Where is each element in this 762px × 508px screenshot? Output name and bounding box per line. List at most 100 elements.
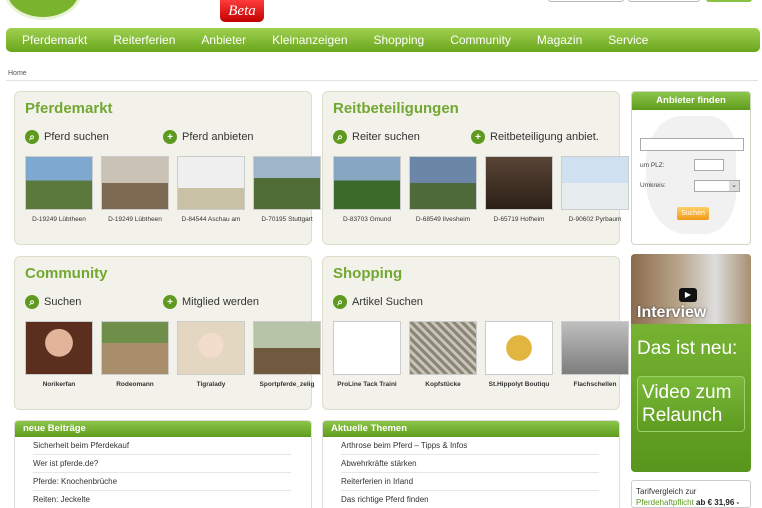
list-item[interactable]: Das richtige Pferd finden xyxy=(341,491,599,508)
horse-photo[interactable] xyxy=(253,156,321,210)
list-item[interactable]: Arthrose beim Pferd – Tipps & Infos xyxy=(341,437,599,455)
site-logo[interactable] xyxy=(4,0,82,20)
horse-photo[interactable] xyxy=(333,156,401,210)
community-title[interactable]: Community xyxy=(25,265,108,282)
item-caption: D-19249 Lübtheen xyxy=(32,216,86,223)
umkreis-select[interactable]: ⌄ xyxy=(694,180,740,192)
avatar[interactable] xyxy=(101,321,169,375)
shopping-panel: Shopping ⌕ Artikel Suchen ProLine Tack T… xyxy=(322,256,629,410)
list-item[interactable]: Reiten: Jeckelte xyxy=(33,491,291,508)
horse-photo[interactable] xyxy=(177,156,245,210)
list-item[interactable]: Wer ist pferde.de? xyxy=(33,455,291,473)
login-button[interactable] xyxy=(706,0,752,2)
reitbeteiligung-anbieten-link[interactable]: + Reitbeteiligung anbiet. xyxy=(471,130,599,144)
product-photo[interactable] xyxy=(409,321,477,375)
list-item[interactable]: Abwehrkräfte stärken xyxy=(341,455,599,473)
plus-icon: + xyxy=(163,295,177,309)
horse-photo[interactable] xyxy=(101,156,169,210)
nav-anbieter[interactable]: Anbieter xyxy=(201,33,246,47)
community-suchen-label: Suchen xyxy=(44,296,82,308)
community-thumbs: Norikerfan Rodeomann Tigralady Sportpfer… xyxy=(21,321,325,388)
list-item[interactable]: Sportpferde_zelig xyxy=(249,321,325,388)
product-name: ProLine Tack Traini xyxy=(337,381,397,388)
login-password-input[interactable] xyxy=(628,0,700,2)
promo-video-box[interactable]: Video zum Relaunch xyxy=(637,376,745,432)
play-icon[interactable]: ▶ xyxy=(679,288,697,302)
reitbeteiligungen-panel: Reitbeteiligungen ⌕ Reiter suchen + Reit… xyxy=(322,91,629,245)
list-item[interactable]: D-19249 Lübtheen xyxy=(21,156,97,223)
pferd-suchen-link[interactable]: ⌕ Pferd suchen xyxy=(25,130,109,144)
pferdehaftpflicht-link[interactable]: Pferdehaftpflicht xyxy=(636,498,694,507)
pferdemarkt-title[interactable]: Pferdemarkt xyxy=(25,100,113,117)
breadcrumb-divider xyxy=(6,80,758,81)
product-photo[interactable] xyxy=(485,321,553,375)
reitbeteiligungen-title[interactable]: Reitbeteiligungen xyxy=(333,100,459,117)
avatar[interactable] xyxy=(177,321,245,375)
search-icon: ⌕ xyxy=(25,130,39,144)
nav-pferdemarkt[interactable]: Pferdemarkt xyxy=(22,33,87,47)
search-icon: ⌕ xyxy=(25,295,39,309)
plus-icon: + xyxy=(471,130,485,144)
nav-shopping[interactable]: Shopping xyxy=(374,33,425,47)
item-caption: D-90602 Pyrbaum xyxy=(568,216,622,223)
shopping-title[interactable]: Shopping xyxy=(333,265,402,282)
nav-service[interactable]: Service xyxy=(608,33,648,47)
member-name: Sportpferde_zelig xyxy=(259,381,315,388)
promo-new-text: Das ist neu: xyxy=(637,338,738,359)
anbieter-search-input[interactable] xyxy=(640,138,744,151)
member-name: Tigralady xyxy=(196,381,226,388)
list-item[interactable]: D-65719 Hofheim xyxy=(481,156,557,223)
list-item[interactable]: Pferde: Knochenbrüche xyxy=(33,473,291,491)
community-suchen-link[interactable]: ⌕ Suchen xyxy=(25,295,81,309)
horse-photo[interactable] xyxy=(409,156,477,210)
beta-badge: Beta xyxy=(220,0,264,22)
nav-kleinanzeigen[interactable]: Kleinanzeigen xyxy=(272,33,347,47)
list-item[interactable]: Norikerfan xyxy=(21,321,97,388)
list-item[interactable]: Reiterferien in Irland xyxy=(341,473,599,491)
nav-magazin[interactable]: Magazin xyxy=(537,33,582,47)
list-item[interactable]: Tigralady xyxy=(173,321,249,388)
list-item[interactable]: Rodeomann xyxy=(97,321,173,388)
avatar[interactable] xyxy=(25,321,93,375)
avatar[interactable] xyxy=(253,321,321,375)
umkreis-label: Umkreis: xyxy=(640,182,666,189)
search-icon: ⌕ xyxy=(333,130,347,144)
product-photo[interactable] xyxy=(561,321,629,375)
list-item[interactable]: D-68549 Ilvesheim xyxy=(405,156,481,223)
list-item[interactable]: D-19249 Lübtheen xyxy=(97,156,173,223)
list-item[interactable]: D-83703 Gmund xyxy=(329,156,405,223)
nav-community[interactable]: Community xyxy=(450,33,511,47)
relaunch-video-promo[interactable]: ▶ Interview Das ist neu: Video zum Relau… xyxy=(631,254,751,472)
item-caption: D-70195 Stuttgart xyxy=(261,216,313,223)
product-photo[interactable] xyxy=(333,321,401,375)
tarif-link-line: Pferdehaftpflicht ab € 31,96 - xyxy=(636,497,746,508)
list-item[interactable]: Sicherheit beim Pferdekauf xyxy=(33,437,291,455)
reiter-suchen-link[interactable]: ⌕ Reiter suchen xyxy=(333,130,420,144)
product-name: Kopfstücke xyxy=(425,381,461,388)
artikel-suchen-link[interactable]: ⌕ Artikel Suchen xyxy=(333,295,423,309)
member-name: Norikerfan xyxy=(42,381,76,388)
horse-photo[interactable] xyxy=(561,156,629,210)
reiter-suchen-label: Reiter suchen xyxy=(352,131,420,143)
list-item[interactable]: Flachschellen xyxy=(557,321,633,388)
login-username-input[interactable] xyxy=(548,0,624,2)
list-item[interactable]: D-84544 Aschau am xyxy=(173,156,249,223)
list-item[interactable]: ProLine Tack Traini xyxy=(329,321,405,388)
list-item[interactable]: St.Hippolyt Boutiqu xyxy=(481,321,557,388)
mitglied-werden-link[interactable]: + Mitglied werden xyxy=(163,295,259,309)
community-panel: Community ⌕ Suchen + Mitglied werden Nor… xyxy=(14,256,321,410)
list-item[interactable]: D-90602 Pyrbaum xyxy=(557,156,633,223)
artikel-suchen-label: Artikel Suchen xyxy=(352,296,423,308)
plz-input[interactable] xyxy=(694,159,724,171)
breadcrumb[interactable]: Home xyxy=(8,70,27,77)
horse-photo[interactable] xyxy=(485,156,553,210)
member-name: Rodeomann xyxy=(116,381,154,388)
item-caption: D-83703 Gmund xyxy=(342,216,392,223)
horse-photo[interactable] xyxy=(25,156,93,210)
list-item[interactable]: D-70195 Stuttgart xyxy=(249,156,325,223)
nav-reiterferien[interactable]: Reiterferien xyxy=(113,33,175,47)
pferd-anbieten-link[interactable]: + Pferd anbieten xyxy=(163,130,254,144)
list-item[interactable]: Kopfstücke xyxy=(405,321,481,388)
product-name: St.Hippolyt Boutiqu xyxy=(488,381,550,388)
anbieter-search-button[interactable]: Suchen xyxy=(677,207,709,220)
